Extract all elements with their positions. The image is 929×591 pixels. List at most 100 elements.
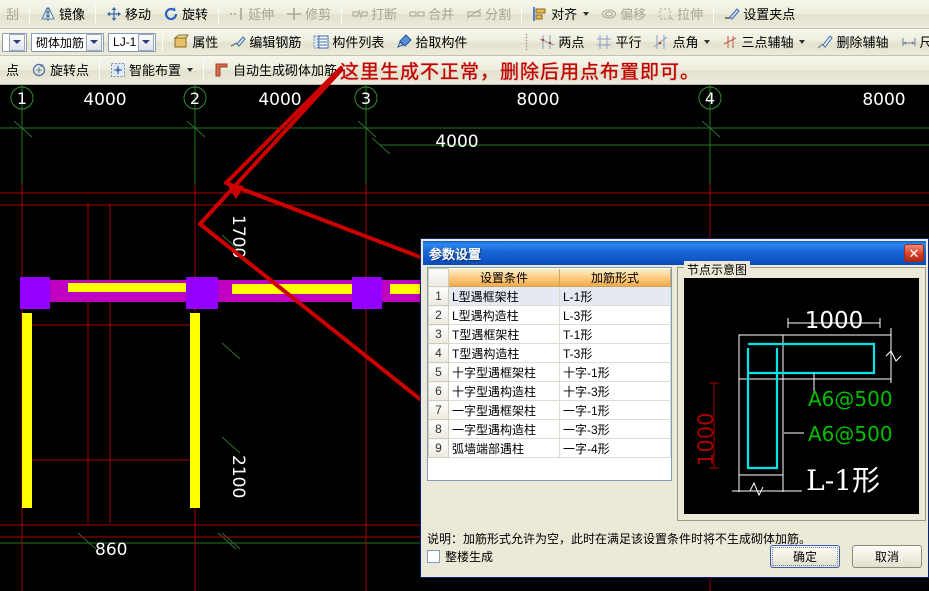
whole-floor-checkbox[interactable]: 整楼生成 [427, 548, 493, 565]
combo-component-name-value: LJ-1 [113, 35, 136, 49]
toolbar-button-point[interactable]: 点 [1, 59, 24, 81]
toolbar-button-point-angle[interactable]: 点角 [648, 31, 715, 53]
toolbar-button-merge[interactable]: 合并 [404, 3, 459, 25]
toolbar-label: 编辑钢筋 [249, 36, 301, 49]
row-index: 2 [429, 306, 449, 325]
toolbar-separator [162, 33, 163, 51]
ok-button[interactable]: 确定 [770, 545, 840, 568]
toolbar-button-extend[interactable]: 延伸 [224, 3, 279, 25]
toolbar-button-mirror[interactable]: 镜像 [35, 3, 90, 25]
settings-table-container[interactable]: 设置条件 加筋形式 1 L型遇框架柱 L-1形 2 L型遇构造柱 [427, 267, 672, 481]
merge-icon [409, 6, 425, 22]
table-row[interactable]: 7 一字型遇框架柱 一字-1形 [429, 401, 671, 420]
column-header-condition: 设置条件 [449, 269, 560, 287]
smart-layout-icon [110, 62, 126, 78]
combo-left[interactable] [2, 33, 27, 52]
toolbar-label: 延伸 [248, 8, 274, 21]
toolbar-button-delete-axis[interactable]: 删除辅轴 [812, 31, 893, 53]
toolbar-button-dimension[interactable]: 尺寸标 [896, 31, 929, 53]
chevron-down-icon[interactable] [583, 12, 589, 16]
rotate-icon [163, 6, 179, 22]
row-form[interactable]: 十字-1形 [560, 363, 671, 382]
combo-component-name[interactable]: LJ-1 [108, 33, 156, 52]
toolbar-button-smart-layout[interactable]: 智能布置 [105, 59, 198, 81]
toolbar-button-property[interactable]: 属性 [168, 31, 223, 53]
row-form[interactable]: 一字-3形 [560, 420, 671, 439]
table-row[interactable]: 9 弧墙端部遇柱 一字-4形 [429, 439, 671, 458]
property-icon [173, 34, 189, 50]
toolbar-separator [713, 5, 714, 23]
toolbar-button-split-partial[interactable]: 刮 [1, 3, 24, 25]
row-form[interactable]: L-3形 [560, 306, 671, 325]
combo-component-name-arrow[interactable] [138, 34, 154, 51]
toolbar-label: 删除辅轴 [836, 36, 888, 49]
toolbar-label: 对齐 [551, 8, 577, 21]
toolbar-button-set-grip[interactable]: 设置夹点 [719, 3, 800, 25]
toolbar-button-edit-rebar[interactable]: 编辑钢筋 [225, 31, 306, 53]
toolbar-button-three-point-axis[interactable]: 三点辅轴 [717, 31, 810, 53]
toolbar-button-pick-component[interactable]: 拾取构件 [391, 31, 472, 53]
toolbar-button-rotate[interactable]: 旋转 [158, 3, 213, 25]
table-row[interactable]: 5 十字型遇框架柱 十字-1形 [429, 363, 671, 382]
node-diagram-panel: 节点示意图 [677, 267, 926, 521]
toolbar-button-parallel[interactable]: 平行 [591, 31, 646, 53]
toolbar-dot-separator [525, 33, 528, 51]
auto-generate-icon [214, 62, 230, 78]
toolbar-label: 自动生成砌体加筋 [233, 64, 337, 77]
table-row[interactable]: 2 L型遇构造柱 L-3形 [429, 306, 671, 325]
combo-category-value: 砌体加筋 [36, 34, 84, 51]
row-form[interactable]: T-1形 [560, 325, 671, 344]
checkbox-label: 整楼生成 [445, 548, 493, 565]
toolbar-label: 修剪 [305, 8, 331, 21]
row-condition[interactable]: L型遇构造柱 [449, 306, 560, 325]
row-condition[interactable]: L型遇框架柱 [449, 287, 560, 306]
chevron-down-icon[interactable] [187, 68, 193, 72]
toolbar-button-auto-generate-masonry-rebar[interactable]: 自动生成砌体加筋 [209, 59, 342, 81]
combo-category-arrow[interactable] [86, 34, 102, 51]
row-condition[interactable]: T型遇构造柱 [449, 344, 560, 363]
toolbar-label: 平行 [615, 36, 641, 49]
row-condition[interactable]: 弧墙端部遇柱 [449, 439, 560, 458]
toolbar-button-align[interactable]: 对齐 [527, 3, 594, 25]
toolbar-button-break[interactable]: 打断 [347, 3, 402, 25]
row-form[interactable]: 一字-1形 [560, 401, 671, 420]
toolbar-button-stretch[interactable]: 拉伸 [653, 3, 708, 25]
table-row[interactable]: 6 十字型遇构造柱 十字-3形 [429, 382, 671, 401]
close-icon[interactable]: ✕ [904, 244, 924, 262]
toolbar-label: 点角 [672, 36, 698, 49]
row-form[interactable]: T-3形 [560, 344, 671, 363]
table-row[interactable]: 8 一字型遇构造柱 一字-3形 [429, 420, 671, 439]
checkbox-box[interactable] [427, 550, 440, 563]
toolbar-button-divide[interactable]: 分割 [461, 3, 516, 25]
combo-category[interactable]: 砌体加筋 [31, 33, 104, 52]
toolbar-separator [203, 61, 204, 79]
break-icon [352, 6, 368, 22]
row-condition[interactable]: 十字型遇构造柱 [449, 382, 560, 401]
dialog-titlebar[interactable]: 参数设置 ✕ [423, 241, 926, 265]
toolbar-button-rotate-point[interactable]: 旋转点 [26, 59, 94, 81]
row-condition[interactable]: T型遇框架柱 [449, 325, 560, 344]
align-icon [532, 6, 548, 22]
cancel-button[interactable]: 取消 [852, 545, 922, 568]
chevron-down-icon[interactable] [799, 40, 805, 44]
row-condition[interactable]: 一字型遇构造柱 [449, 420, 560, 439]
table-row[interactable]: 3 T型遇框架柱 T-1形 [429, 325, 671, 344]
table-row[interactable]: 4 T型遇构造柱 T-3形 [429, 344, 671, 363]
toolbar-separator [218, 5, 219, 23]
row-form[interactable]: 一字-4形 [560, 439, 671, 458]
row-condition[interactable]: 一字型遇框架柱 [449, 401, 560, 420]
toolbar-button-trim[interactable]: 修剪 [281, 3, 336, 25]
row-condition[interactable]: 十字型遇框架柱 [449, 363, 560, 382]
table-row[interactable]: 1 L型遇框架柱 L-1形 [429, 287, 671, 306]
toolbar-button-offset[interactable]: 偏移 [596, 3, 651, 25]
combo-left-arrow[interactable] [9, 34, 25, 51]
toolbar-button-component-list[interactable]: 构件列表 [308, 31, 389, 53]
toolbar-button-move[interactable]: 移动 [101, 3, 156, 25]
grid-label-2: 2 [190, 89, 200, 108]
toolbar-button-two-point[interactable]: 两点 [534, 31, 589, 53]
chevron-down-icon[interactable] [704, 40, 710, 44]
row-index: 8 [429, 420, 449, 439]
row-form[interactable]: L-1形 [560, 287, 671, 306]
dimension-top-3: 8000 [516, 90, 559, 110]
row-form[interactable]: 十字-3形 [560, 382, 671, 401]
